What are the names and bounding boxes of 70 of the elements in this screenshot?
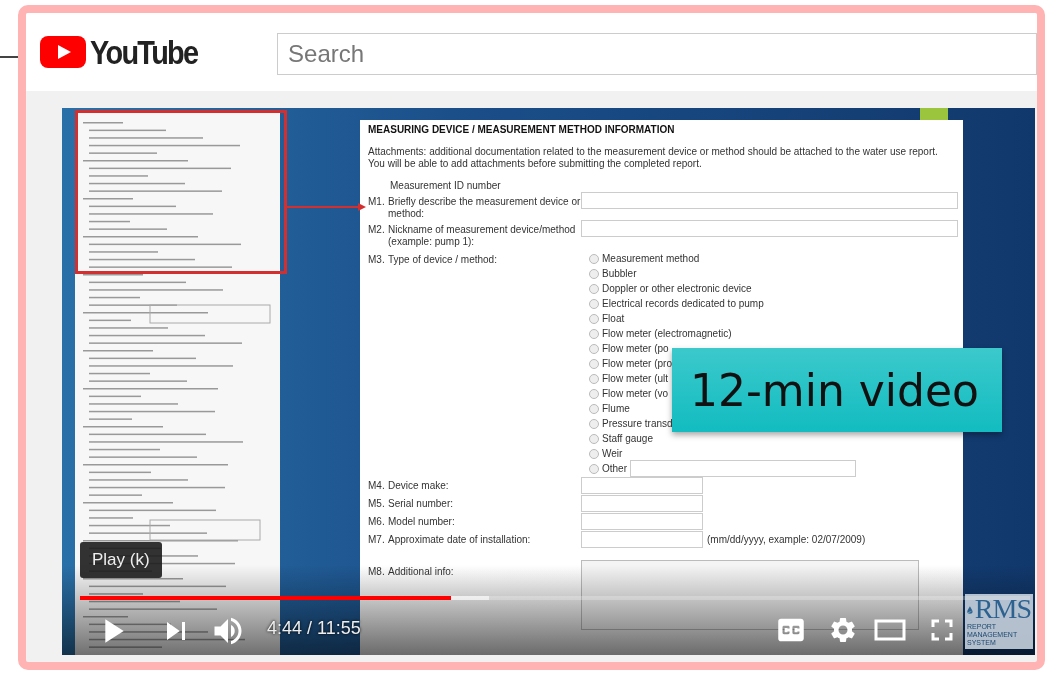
option-label: Staff gauge bbox=[602, 432, 653, 445]
field-label: Measurement ID number bbox=[390, 180, 502, 192]
radio-button[interactable] bbox=[589, 328, 599, 339]
text-area[interactable] bbox=[581, 560, 919, 630]
radio-button[interactable] bbox=[589, 298, 599, 309]
option-label: Pressure transd bbox=[602, 417, 673, 430]
option-label: Doppler or other electronic device bbox=[602, 282, 752, 295]
text-field[interactable] bbox=[630, 460, 856, 477]
radio-button[interactable] bbox=[589, 343, 599, 354]
option-label: Weir bbox=[602, 447, 623, 460]
text-field[interactable] bbox=[581, 513, 703, 530]
search-field[interactable]: Search bbox=[277, 33, 1037, 75]
field-number: M6. bbox=[368, 516, 386, 528]
radio-button[interactable] bbox=[589, 283, 599, 294]
option-label: Electrical records dedicated to pump bbox=[602, 297, 764, 310]
logo-text: RMS bbox=[974, 596, 1031, 622]
video-player[interactable] bbox=[62, 108, 1035, 655]
accent-bar bbox=[920, 108, 948, 120]
text-field[interactable] bbox=[581, 495, 703, 512]
option-label: Bubbler bbox=[602, 267, 637, 280]
option-label: Flow meter (vo bbox=[602, 387, 669, 400]
radio-button[interactable] bbox=[589, 373, 599, 384]
play-logo-icon bbox=[40, 36, 86, 68]
option-label: Flume bbox=[602, 402, 630, 415]
field-number: M3. bbox=[368, 254, 386, 266]
option-label: Flow meter (po bbox=[602, 342, 669, 355]
field-number: M4. bbox=[368, 480, 386, 492]
radio-button[interactable] bbox=[589, 463, 599, 474]
option-label: Float bbox=[602, 312, 625, 325]
radio-button[interactable] bbox=[589, 403, 599, 414]
radio-button[interactable] bbox=[589, 433, 599, 444]
radio-button[interactable] bbox=[589, 313, 599, 324]
form-title: MEASURING DEVICE / MEASUREMENT METHOD INFORMATION bbox=[368, 124, 676, 136]
field-label: Type of device / method: bbox=[388, 254, 498, 266]
settings-button[interactable] bbox=[828, 615, 858, 645]
youtube-logo-text: YouTube bbox=[90, 32, 198, 72]
theater-mode-button[interactable] bbox=[874, 618, 906, 642]
field-number: M2. bbox=[368, 224, 386, 236]
text-field[interactable] bbox=[581, 477, 703, 494]
field-label: Briefly describe the measurement device or method: bbox=[388, 196, 581, 220]
text-field[interactable] bbox=[581, 531, 703, 548]
radio-button[interactable] bbox=[589, 448, 599, 459]
settings-icon bbox=[828, 615, 858, 645]
radio-button[interactable] bbox=[589, 268, 599, 279]
text-field[interactable] bbox=[581, 192, 958, 209]
text-field[interactable] bbox=[581, 220, 958, 237]
radio-button[interactable] bbox=[589, 418, 599, 429]
field-hint: (mm/dd/yyyy, example: 02/07/2009) bbox=[707, 534, 866, 546]
option-label: Flow meter (ult bbox=[602, 372, 669, 385]
field-number: M1. bbox=[368, 196, 386, 208]
duration-badge: 12-min video bbox=[672, 348, 1002, 432]
radio-button[interactable] bbox=[589, 388, 599, 399]
field-label: Model number: bbox=[388, 516, 456, 528]
field-label: Approximate date of installation: bbox=[388, 534, 532, 546]
option-label: Flow meter (electromagnetic) bbox=[602, 327, 732, 340]
field-label: Device make: bbox=[388, 480, 450, 492]
option-label: Flow meter (pro bbox=[602, 357, 672, 370]
option-label: Other bbox=[602, 462, 627, 475]
tooltip: Play (k) bbox=[80, 542, 162, 578]
field-number: M7. bbox=[368, 534, 386, 546]
field-label: Additional info: bbox=[388, 566, 455, 578]
form-note: Attachments: additional documentation related to the measurement device or method should be attached to the water use report. You will be able to add attachments before submitting the completed report. bbox=[368, 146, 939, 170]
radio-button[interactable] bbox=[589, 358, 599, 369]
field-number: M5. bbox=[368, 498, 386, 510]
radio-button[interactable] bbox=[589, 253, 599, 264]
rectangle-icon bbox=[874, 618, 906, 642]
field-label: Serial number: bbox=[388, 498, 455, 510]
option-label: Measurement method bbox=[602, 252, 700, 265]
field-number: M8. bbox=[368, 566, 386, 578]
field-label: Nickname of measurement device/method (example: pump 1): bbox=[388, 224, 577, 248]
